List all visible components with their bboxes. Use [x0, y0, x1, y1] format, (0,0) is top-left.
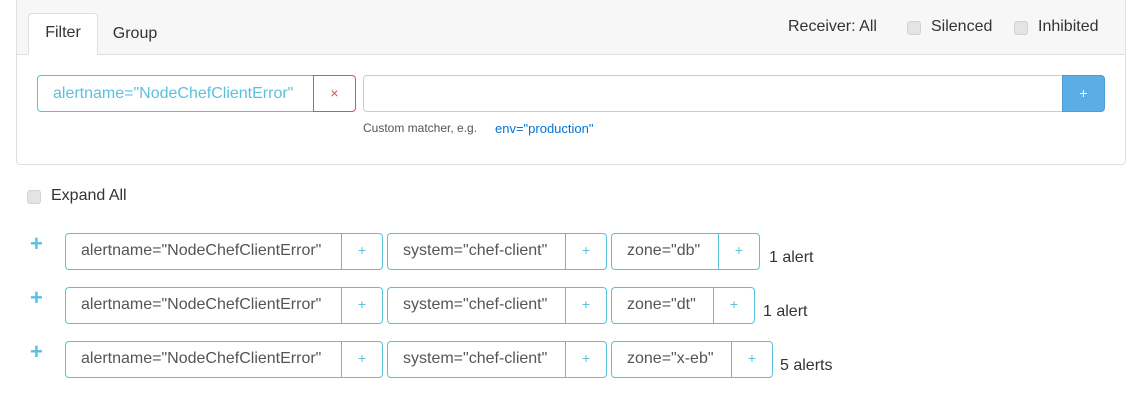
tab-filter[interactable]: Filter — [28, 13, 98, 55]
label-tag-zone[interactable]: zone="db" — [611, 233, 718, 270]
add-label-filter-button[interactable]: + — [341, 341, 383, 378]
filter-card: Filter Group Receiver: All Silenced Inhi… — [16, 0, 1126, 165]
add-label-filter-button[interactable]: + — [565, 287, 607, 324]
add-label-filter-button[interactable]: + — [731, 341, 773, 378]
custom-matcher-help: Custom matcher, e.g. — [363, 121, 478, 135]
add-label-filter-button[interactable]: + — [565, 341, 607, 378]
alert-group-row: + alertname="NodeChefClientError" + syst… — [0, 233, 1140, 271]
inhibited-label: Inhibited — [1038, 18, 1099, 35]
expand-group-plus-icon[interactable]: + — [30, 233, 43, 255]
label-tag-system[interactable]: system="chef-client" — [387, 233, 565, 270]
tab-group[interactable]: Group — [104, 13, 166, 54]
add-label-filter-button[interactable]: + — [341, 287, 383, 324]
alert-group-row: + alertname="NodeChefClientError" + syst… — [0, 341, 1140, 379]
add-label-filter-button[interactable]: + — [713, 287, 755, 324]
alert-count: 1 alert — [769, 249, 814, 266]
add-matcher-button[interactable]: + — [1062, 75, 1105, 112]
active-matcher-tag[interactable]: alertname="NodeChefClientError" — [37, 75, 313, 112]
alert-count: 1 alert — [763, 303, 808, 320]
label-tag-system[interactable]: system="chef-client" — [387, 287, 565, 324]
alert-group-row: + alertname="NodeChefClientError" + syst… — [0, 287, 1140, 325]
filter-card-header: Filter Group Receiver: All Silenced Inhi… — [17, 0, 1125, 55]
silenced-label: Silenced — [931, 18, 993, 35]
expand-all-checkbox[interactable] — [27, 190, 41, 204]
add-label-filter-button[interactable]: + — [341, 233, 383, 270]
label-tag-zone[interactable]: zone="dt" — [611, 287, 713, 324]
expand-group-plus-icon[interactable]: + — [30, 287, 43, 309]
close-icon: × — [330, 85, 339, 101]
custom-matcher-example: env="production" — [495, 121, 594, 136]
expand-all-label: Expand All — [51, 187, 127, 204]
custom-matcher-input[interactable] — [363, 75, 1062, 112]
inhibited-checkbox[interactable] — [1014, 21, 1028, 35]
label-tag-alertname[interactable]: alertname="NodeChefClientError" — [65, 341, 341, 378]
expand-group-plus-icon[interactable]: + — [30, 341, 43, 363]
remove-matcher-button[interactable]: × — [313, 75, 356, 112]
label-tag-zone[interactable]: zone="x-eb" — [611, 341, 731, 378]
silenced-checkbox[interactable] — [907, 21, 921, 35]
add-label-filter-button[interactable]: + — [718, 233, 760, 270]
add-label-filter-button[interactable]: + — [565, 233, 607, 270]
label-tag-system[interactable]: system="chef-client" — [387, 341, 565, 378]
label-tag-alertname[interactable]: alertname="NodeChefClientError" — [65, 287, 341, 324]
alert-count: 5 alerts — [780, 357, 833, 374]
plus-icon: + — [1079, 85, 1088, 101]
receiver-selector[interactable]: Receiver: All — [788, 18, 877, 36]
label-tag-alertname[interactable]: alertname="NodeChefClientError" — [65, 233, 341, 270]
